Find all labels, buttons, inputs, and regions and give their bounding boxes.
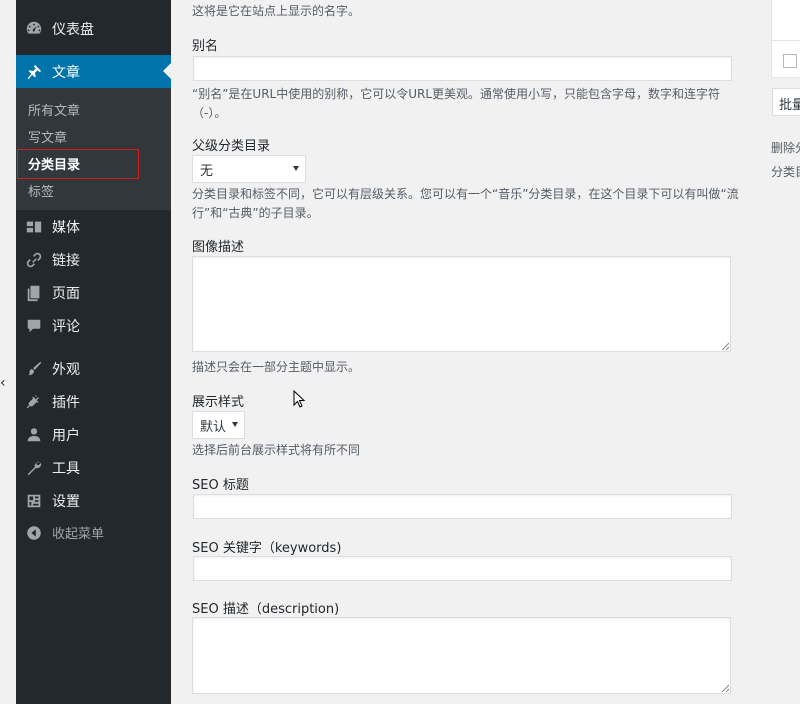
seo-description-label: SEO 描述（description)	[192, 602, 340, 617]
select-all-checkbox[interactable]	[783, 54, 797, 68]
dashboard-icon	[24, 19, 44, 39]
resize-grip-icon[interactable]	[721, 342, 729, 350]
sidebar-item-label: 设置	[52, 493, 80, 510]
admin-sidebar: 仪表盘 文章 所有文章 写文章 分类目录 标签 媒体 链接 页面 评论 外观 插…	[16, 0, 171, 704]
sidebar-item-plugins[interactable]: 插件	[16, 385, 171, 418]
category-form: 这将是它在站点上显示的名字。 别名 “别名”是在URL中使用的别称，它可以令UR…	[171, 0, 760, 704]
sidebar-item-label: 仪表盘	[52, 21, 94, 38]
mouse-cursor-icon	[293, 390, 306, 408]
pushpin-icon	[24, 62, 44, 82]
parent-help-line-1: 分类目录和标签不同，它可以有层级关系。您可以有一个“音乐”分类目录，在这个目录下…	[192, 187, 739, 201]
sidebar-item-settings[interactable]: 设置	[16, 484, 171, 517]
sidebar-item-posts[interactable]: 文章	[16, 55, 171, 88]
submenu-item-write-post[interactable]: 写文章	[28, 127, 67, 146]
media-icon	[24, 217, 44, 237]
sidebar-item-label: 媒体	[52, 219, 80, 236]
category-note-text: 分类目	[771, 165, 800, 179]
sidebar-item-appearance[interactable]: 外观	[16, 352, 171, 385]
resize-grip-icon[interactable]	[721, 684, 729, 692]
seo-keywords-input[interactable]	[193, 556, 732, 581]
submenu-item-all-posts[interactable]: 所有文章	[28, 100, 80, 119]
collapse-menu-button[interactable]: 收起菜单	[16, 516, 171, 549]
sidebar-item-label: 用户	[52, 427, 80, 444]
sidebar-item-label: 工具	[52, 460, 80, 477]
category-list-panel: 批量 删除分 分类目	[760, 0, 800, 704]
sidebar-item-label: 文章	[52, 64, 80, 81]
sidebar-item-label: 插件	[52, 394, 80, 411]
sidebar-item-dashboard[interactable]: 仪表盘	[16, 12, 171, 45]
seo-title-label: SEO 标题	[192, 478, 249, 493]
parent-category-label: 父级分类目录	[192, 139, 271, 154]
seo-keywords-label: SEO 关键字（keywords)	[192, 541, 342, 556]
plugin-icon	[24, 392, 44, 412]
image-description-textarea[interactable]	[192, 256, 731, 352]
left-edge-strip: ‹	[0, 0, 16, 704]
sidebar-item-label: 外观	[52, 361, 80, 378]
slug-label: 别名	[192, 39, 219, 54]
bulk-actions-select[interactable]: 批量	[772, 88, 800, 116]
description-help-text: 描述只会在一部分主题中显示。	[192, 360, 361, 374]
table-divider	[771, 40, 800, 41]
image-description-label: 图像描述	[192, 240, 245, 255]
name-help-text: 这将是它在站点上显示的名字。	[192, 4, 361, 18]
user-icon	[24, 425, 44, 445]
seo-description-textarea[interactable]	[192, 617, 731, 694]
collapse-icon	[24, 523, 44, 543]
slug-help-line-2: （-）。	[192, 106, 227, 120]
paintbrush-icon	[24, 359, 44, 379]
sidebar-item-tools[interactable]: 工具	[16, 451, 171, 484]
display-style-value: 默认	[200, 419, 227, 435]
sidebar-item-comments[interactable]: 评论	[16, 309, 171, 342]
wrench-icon	[24, 458, 44, 478]
display-style-label: 展示样式	[192, 395, 245, 410]
display-style-select[interactable]: 默认	[192, 411, 245, 439]
settings-icon	[24, 491, 44, 511]
collapse-menu-label: 收起菜单	[52, 527, 105, 542]
parent-help-line-2: 行”和“古典”的子目录。	[192, 206, 319, 220]
sidebar-item-label: 评论	[52, 318, 80, 335]
sidebar-item-label: 链接	[52, 252, 80, 269]
slug-input[interactable]	[193, 56, 732, 81]
chevron-left-icon[interactable]: ‹	[0, 376, 6, 390]
sidebar-item-media[interactable]: 媒体	[16, 210, 171, 243]
categories-highlight-box	[17, 149, 139, 179]
chevron-down-icon	[293, 166, 299, 171]
seo-title-input[interactable]	[193, 494, 732, 519]
display-style-help-text: 选择后前台展示样式将有所不同	[192, 443, 361, 457]
chevron-down-icon	[232, 422, 238, 427]
delete-note-text: 删除分	[771, 141, 800, 155]
link-icon	[24, 250, 44, 270]
submenu-item-tags[interactable]: 标签	[28, 181, 54, 200]
sidebar-item-label: 页面	[52, 285, 80, 302]
sidebar-item-users[interactable]: 用户	[16, 418, 171, 451]
comment-icon	[24, 316, 44, 336]
parent-category-value: 无	[200, 163, 214, 179]
slug-help-line-1: “别名”是在URL中使用的别称，它可以令URL更美观。通常使用小写，只能包含字母…	[192, 87, 721, 101]
page-icon	[24, 283, 44, 303]
parent-category-select[interactable]: 无	[192, 155, 306, 183]
sidebar-item-pages[interactable]: 页面	[16, 276, 171, 309]
sidebar-item-links[interactable]: 链接	[16, 243, 171, 276]
